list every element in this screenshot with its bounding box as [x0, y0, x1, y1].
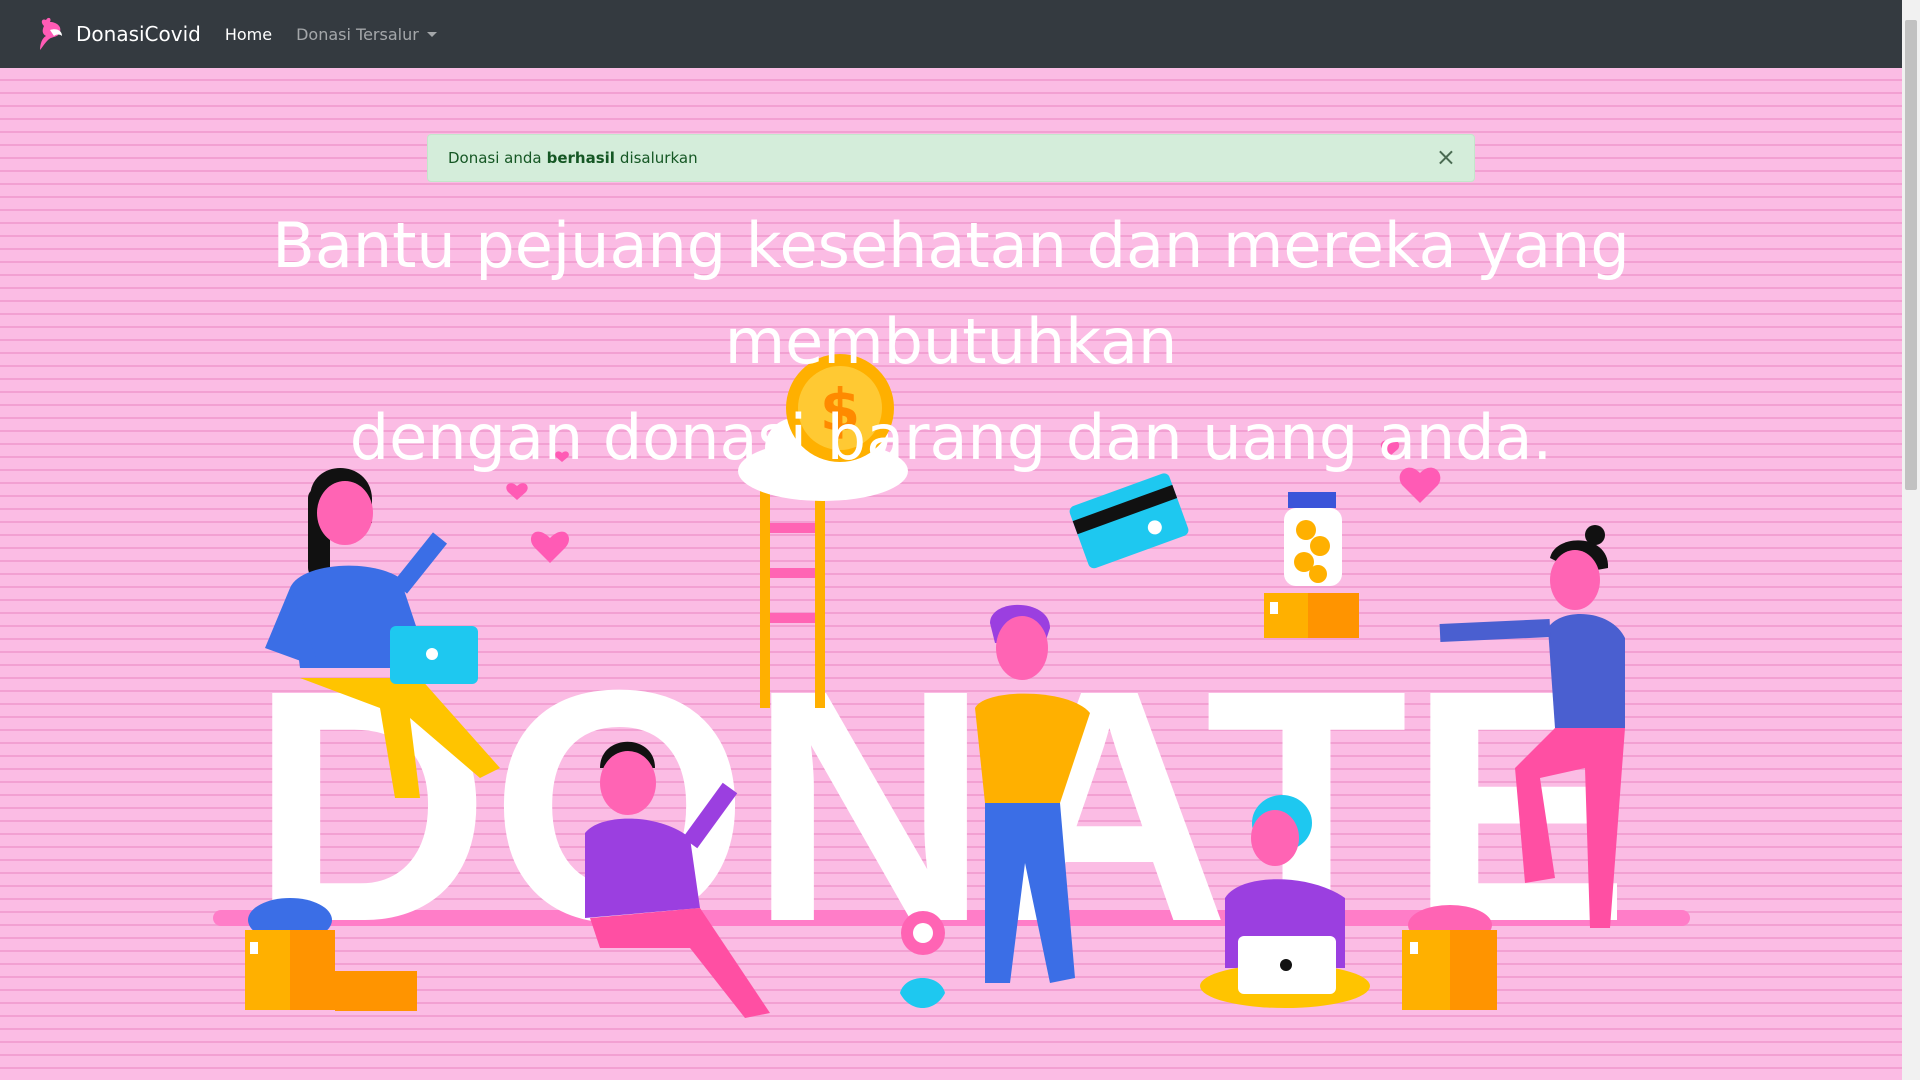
nav-donasi-tersalur-dropdown[interactable]: Donasi Tersalur — [296, 25, 437, 44]
hero-headline: Bantu pejuang kesehatan dan mereka yang … — [40, 198, 1862, 486]
headline-line-1: Bantu pejuang kesehatan dan mereka yang … — [272, 209, 1630, 378]
scrollbar-thumb[interactable] — [1905, 20, 1917, 490]
nav-donasi-tersalur-label: Donasi Tersalur — [296, 24, 419, 44]
top-navbar: DonasiCovid Home Donasi Tersalur — [0, 0, 1902, 68]
brand-name: DonasiCovid — [76, 22, 201, 46]
close-icon[interactable]: × — [1436, 145, 1456, 169]
nav-home[interactable]: Home — [225, 25, 272, 44]
success-alert: Donasi anda berhasil disalurkan × — [427, 134, 1475, 182]
brand-link[interactable]: DonasiCovid — [38, 16, 201, 52]
hero-section: DONATE $ Donasi anda berhasil disalurkan… — [0, 68, 1902, 1080]
alert-text-before: Donasi anda — [448, 149, 542, 167]
bird-logo-icon — [40, 17, 62, 50]
headline-line-2: dengan donasi barang dan uang anda. — [349, 401, 1553, 474]
alert-text-after: disalurkan — [619, 149, 698, 167]
chevron-down-icon — [426, 31, 437, 37]
page-scrollbar[interactable] — [1902, 0, 1920, 1080]
alert-text-bold: berhasil — [546, 149, 615, 167]
